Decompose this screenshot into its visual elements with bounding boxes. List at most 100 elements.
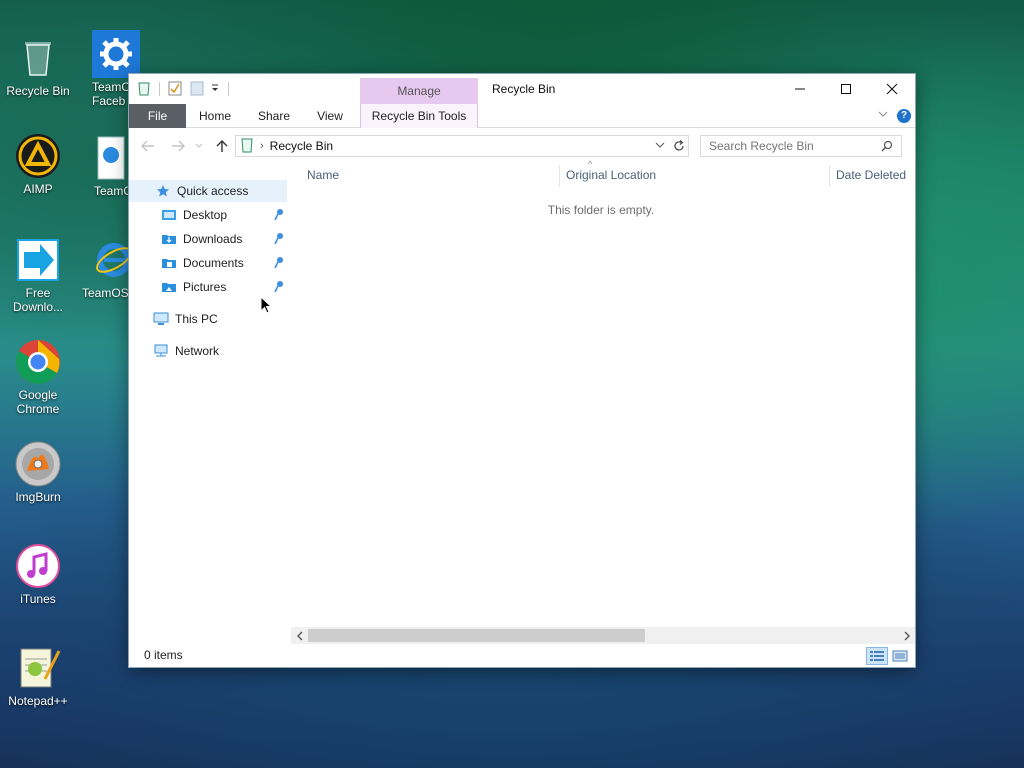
- desktop-icon-label: Google Chrome: [16, 388, 60, 416]
- desktop-icon-label: iTunes: [20, 592, 56, 606]
- desktop-icon-label: AIMP: [23, 182, 53, 196]
- ribbon-right-controls: ?: [877, 108, 911, 123]
- desktop-icon-recycle-bin[interactable]: Recycle Bin: [0, 34, 76, 98]
- forward-button[interactable]: [169, 137, 187, 155]
- address-dropdown-icon[interactable]: [654, 139, 666, 154]
- sidebar-item-documents[interactable]: Documents: [129, 252, 287, 274]
- desktop-icon-label: Notepad++: [8, 694, 68, 708]
- column-header-date-deleted[interactable]: Date Deleted: [836, 163, 906, 187]
- pictures-folder-icon: [161, 279, 177, 295]
- column-divider[interactable]: [829, 165, 830, 187]
- maximize-button[interactable]: [823, 74, 869, 104]
- notepad-plus-plus-icon: [14, 644, 62, 692]
- download-manager-icon: [14, 236, 62, 284]
- navigation-bar: › Recycle Bin: [129, 129, 915, 163]
- recycle-bin-small-icon: [137, 80, 151, 99]
- tab-home[interactable]: Home: [193, 104, 237, 128]
- breadcrumb-chevron-icon[interactable]: ›: [260, 140, 264, 152]
- pin-icon[interactable]: [273, 208, 285, 225]
- itunes-music-icon: [14, 542, 62, 590]
- sidebar-item-label: Pictures: [183, 280, 227, 294]
- sidebar-item-desktop[interactable]: Desktop: [129, 204, 287, 226]
- sidebar-item-label: Downloads: [183, 232, 243, 246]
- desktop-icon-google-chrome[interactable]: Google Chrome: [0, 338, 76, 416]
- desktop-icon-notepad-plus-plus[interactable]: Notepad++: [0, 644, 76, 708]
- mouse-cursor-icon: [260, 295, 273, 317]
- sidebar-item-network[interactable]: Network: [129, 340, 287, 362]
- pin-icon[interactable]: [273, 256, 285, 273]
- search-icon[interactable]: [881, 140, 893, 155]
- pin-icon[interactable]: [273, 232, 285, 249]
- document-icon: [94, 134, 128, 182]
- settings-gear-icon: [92, 30, 140, 78]
- tab-share[interactable]: Share: [251, 104, 297, 128]
- file-list[interactable]: ^ Name Original Location Date Deleted Th…: [291, 159, 915, 626]
- toolbar-separator: [228, 82, 229, 96]
- large-icons-view-button[interactable]: [889, 647, 911, 665]
- desktop-icon-teamos[interactable]: TeamO: [80, 134, 133, 198]
- window-title: Recycle Bin: [492, 82, 556, 96]
- refresh-icon[interactable]: [673, 140, 685, 155]
- file-explorer-window: Manage Recycle Bin File Home Share View …: [129, 74, 915, 667]
- title-bar[interactable]: Manage Recycle Bin: [129, 74, 915, 104]
- horizontal-scrollbar[interactable]: [291, 627, 915, 644]
- details-view-button[interactable]: [866, 647, 888, 665]
- sidebar-item-label: This PC: [175, 312, 218, 326]
- recent-locations-dropdown[interactable]: [193, 137, 205, 155]
- sidebar-item-label: Quick access: [177, 184, 249, 198]
- empty-folder-message: This folder is empty.: [547, 203, 655, 217]
- up-button[interactable]: [213, 137, 231, 155]
- sidebar-item-label: Desktop: [183, 208, 228, 222]
- status-bar: 0 items: [129, 644, 915, 667]
- desktop-icon-imgburn[interactable]: ImgBurn: [0, 440, 76, 504]
- customize-toolbar-dropdown-icon[interactable]: [210, 82, 220, 96]
- expand-ribbon-chevron-icon[interactable]: [877, 108, 889, 123]
- downloads-folder-icon: [161, 231, 177, 247]
- tab-file[interactable]: File: [129, 104, 186, 128]
- sidebar-item-quick-access[interactable]: Quick access: [129, 180, 287, 202]
- desktop-icon-label: Free Downlo...: [12, 286, 64, 314]
- navigation-pane: Quick access Desktop Downloads Documents…: [129, 176, 289, 626]
- computer-icon: [153, 311, 169, 327]
- pin-icon[interactable]: [273, 280, 285, 297]
- desktop-icon-aimp[interactable]: AIMP: [0, 132, 76, 196]
- imgburn-disc-icon: [14, 440, 62, 488]
- new-folder-icon[interactable]: [190, 80, 204, 99]
- search-input[interactable]: [700, 135, 902, 157]
- sidebar-item-downloads[interactable]: Downloads: [129, 228, 287, 250]
- scroll-right-icon[interactable]: [898, 627, 915, 644]
- sidebar-item-label: Documents: [183, 256, 244, 270]
- back-button[interactable]: [139, 137, 157, 155]
- column-divider[interactable]: [559, 165, 560, 187]
- desktop-folder-icon: [161, 207, 177, 223]
- desktop-icon-label: TeamOS: [82, 286, 129, 300]
- context-tab-group-manage: Manage: [360, 78, 478, 104]
- address-bar[interactable]: › Recycle Bin: [235, 135, 689, 157]
- aimp-icon: [14, 132, 62, 180]
- ribbon-tabs: File Home Share View Recycle Bin Tools ?: [129, 104, 915, 128]
- network-icon: [153, 343, 169, 359]
- desktop-icon-teamos-ie[interactable]: TeamOS: [80, 236, 132, 300]
- documents-folder-icon: [161, 255, 177, 271]
- column-header-original-location[interactable]: Original Location: [566, 163, 656, 187]
- toolbar-separator: [159, 82, 160, 96]
- quick-access-toolbar: [137, 80, 233, 98]
- minimize-button[interactable]: [777, 74, 823, 104]
- breadcrumb-recycle-bin[interactable]: Recycle Bin: [270, 139, 333, 153]
- column-header-name[interactable]: Name: [307, 163, 339, 187]
- desktop-icon-itunes[interactable]: iTunes: [0, 542, 76, 606]
- properties-icon[interactable]: [168, 80, 182, 99]
- sidebar-item-label: Network: [175, 344, 220, 358]
- desktop-icon-label: ImgBurn: [15, 490, 61, 504]
- sidebar-item-pictures[interactable]: Pictures: [129, 276, 287, 298]
- tab-recycle-bin-tools[interactable]: Recycle Bin Tools: [360, 104, 478, 128]
- item-count: 0 items: [144, 648, 183, 662]
- close-button[interactable]: [869, 74, 915, 104]
- scrollbar-thumb[interactable]: [308, 629, 645, 642]
- tab-view[interactable]: View: [309, 104, 351, 128]
- desktop-icon-free-download-manager[interactable]: Free Downlo...: [0, 236, 76, 314]
- scroll-left-icon[interactable]: [291, 627, 308, 644]
- help-icon[interactable]: ?: [897, 108, 911, 123]
- recycle-bin-address-icon: [240, 137, 254, 156]
- desktop-icon-label: TeamO: [94, 184, 133, 198]
